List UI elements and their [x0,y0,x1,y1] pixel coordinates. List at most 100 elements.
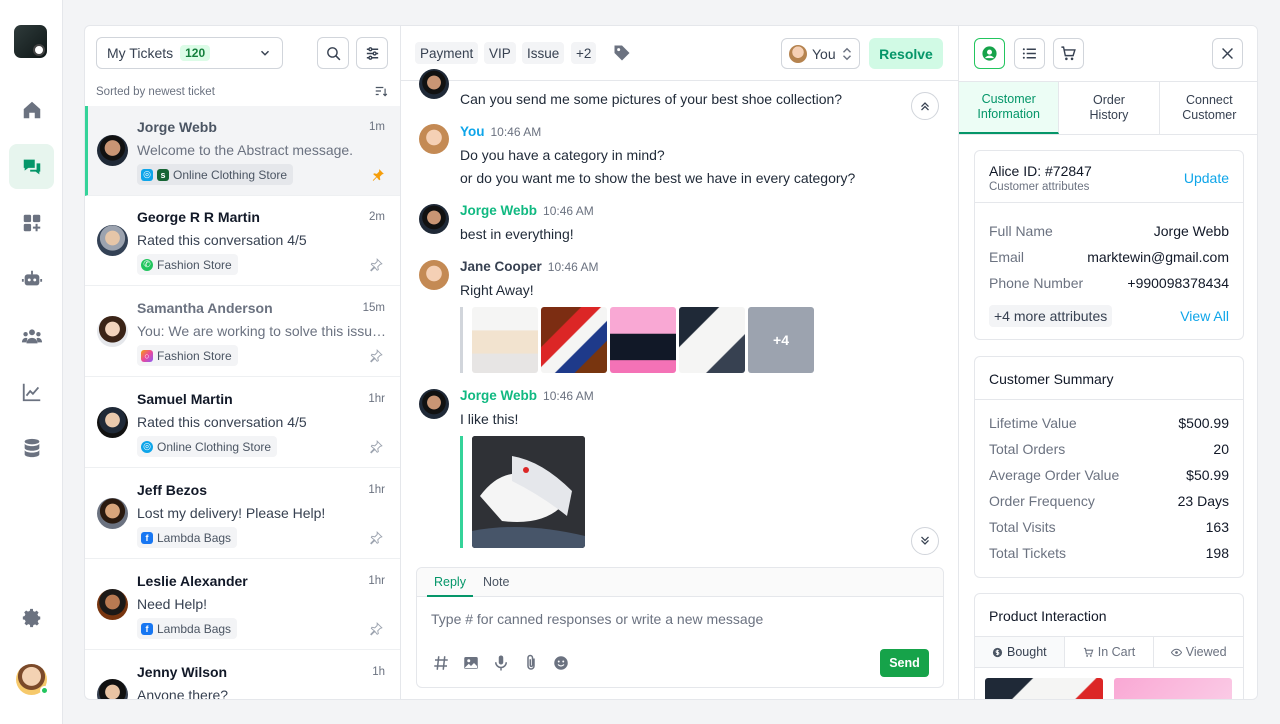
ticket-source-label: Lambda Bags [157,530,232,545]
messenger-icon: ◎ [141,440,153,453]
image-attachment[interactable] [472,436,585,548]
instagram-icon: ○ [141,349,153,362]
more-attributes-pill[interactable]: +4 more attributes [989,305,1113,327]
ticket-item[interactable]: Leslie Alexander 1hr Need Help! f Lambda… [85,560,400,650]
tab-bought[interactable]: Bought [975,637,1065,667]
ticket-count-badge: 120 [180,45,211,61]
main-card: My Tickets 120 Sorted by newest ticket J… [84,25,1258,700]
message-avatar [419,124,449,154]
message-author: Jorge Webb 10:46 AM [460,203,594,218]
analytics-icon[interactable] [9,369,54,414]
ticket-item[interactable]: George R R Martin 2m Rated this conversa… [85,196,400,286]
ticket-filter-select[interactable]: My Tickets 120 [96,37,283,69]
ticket-message: Rated this conversation 4/5 [137,414,307,430]
attachment-icon[interactable] [522,654,540,672]
avatar [97,679,128,699]
home-icon[interactable] [9,87,54,132]
team-icon[interactable] [9,313,54,358]
tag-chip[interactable]: Issue [522,42,565,64]
pin-icon[interactable] [369,258,383,272]
tab-viewed[interactable]: Viewed [1154,637,1243,667]
whatsapp-icon: ✆ [141,258,153,271]
message-avatar [419,204,449,234]
bot-icon[interactable] [9,256,54,301]
ticket-message: Anyone there? [137,687,229,700]
pin-icon[interactable] [371,168,385,182]
cart-button[interactable] [1053,38,1084,69]
avatar [97,225,128,256]
ticket-item[interactable]: Jorge Webb 1m Welcome to the Abstract me… [85,106,400,196]
composer-toolbar [432,654,570,672]
tab-note[interactable]: Note [483,575,509,589]
customer-info-button[interactable] [974,38,1005,69]
tab-customer-information[interactable]: Customer Information [959,82,1060,134]
more-images-button[interactable]: +4 [748,307,814,373]
send-button[interactable]: Send [880,649,929,677]
image-thumbnail[interactable] [679,307,745,373]
resolve-button[interactable]: Resolve [869,38,943,69]
attribute-value: marktewin@gmail.com [1087,249,1229,265]
tab-in-cart[interactable]: In Cart [1065,637,1155,667]
ticket-item[interactable]: Samuel Martin 1hr Rated this conversatio… [85,378,400,468]
image-thumbnail[interactable] [541,307,607,373]
image-thumbnail[interactable] [472,307,538,373]
conversation-header: Payment VIP Issue +2 You Resolve [401,26,958,81]
filter-settings-button[interactable] [356,37,388,69]
hash-icon[interactable] [432,654,450,672]
ticket-item[interactable]: Jenny Wilson 1h Anyone there? [85,651,400,700]
tab-reply[interactable]: Reply [427,575,473,597]
tab-label: Customer Information [977,92,1040,121]
avatar [97,316,128,347]
tab-order-history[interactable]: Order History [1059,82,1160,134]
image-icon[interactable] [462,654,480,672]
message-author: Jane Cooper 10:46 AM [460,259,598,274]
tag-chip[interactable]: Payment [415,42,479,64]
pin-icon[interactable] [369,440,383,454]
customer-id: Alice ID: #72847 [989,163,1092,179]
apps-icon[interactable] [9,200,54,245]
nav-rail [0,0,63,724]
summary-key: Total Visits [989,519,1056,535]
view-all-link[interactable]: View All [1180,308,1229,324]
product-image[interactable] [1114,678,1232,699]
pin-icon[interactable] [369,531,383,545]
dollar-circle-icon [992,647,1003,657]
search-button[interactable] [317,37,349,69]
update-link[interactable]: Update [1184,170,1229,186]
ticket-item[interactable]: Jeff Bezos 1hr Lost my delivery! Please … [85,469,400,559]
tag-chip[interactable]: +2 [571,42,597,64]
sort-icon[interactable] [374,84,388,98]
pin-icon[interactable] [369,622,383,636]
ticket-item[interactable]: Samantha Anderson 15m You: We are workin… [85,287,400,377]
scroll-down-button[interactable] [911,527,939,555]
close-button[interactable] [1212,38,1243,69]
list-view-button[interactable] [1014,38,1045,69]
emoji-icon[interactable] [552,654,570,672]
avatar [97,498,128,529]
tag-chip[interactable]: VIP [484,42,516,64]
tab-connect-customer[interactable]: Connect Customer [1160,82,1257,134]
image-thumbnail[interactable] [610,307,676,373]
ticket-source-label: Online Clothing Store [173,167,288,182]
message-text: Can you send me some pictures of your be… [460,91,843,107]
ticket-name: George R R Martin [137,209,260,225]
tab-label: Order History [1089,93,1129,122]
gear-icon[interactable] [9,595,54,640]
message-input[interactable]: Type # for canned responses or write a n… [431,611,763,627]
summary-key: Total Orders [989,441,1066,457]
product-image[interactable] [985,678,1103,699]
message-time: 10:46 AM [543,204,594,218]
microphone-icon[interactable] [492,654,510,672]
scroll-up-button[interactable] [911,92,939,120]
attribute-key: Email [989,249,1025,265]
workspace-logo[interactable] [14,25,47,58]
assignee-select[interactable]: You [781,38,860,69]
user-avatar[interactable] [16,664,49,695]
pin-icon[interactable] [369,349,383,363]
tag-icon[interactable] [612,43,632,63]
database-icon[interactable] [9,425,54,470]
product-interaction-header: Product Interaction [975,594,1243,637]
message-text: or do you want me to show the best we ha… [460,170,856,186]
chat-icon[interactable] [9,144,54,189]
ticket-list-panel: My Tickets 120 Sorted by newest ticket J… [85,26,401,700]
